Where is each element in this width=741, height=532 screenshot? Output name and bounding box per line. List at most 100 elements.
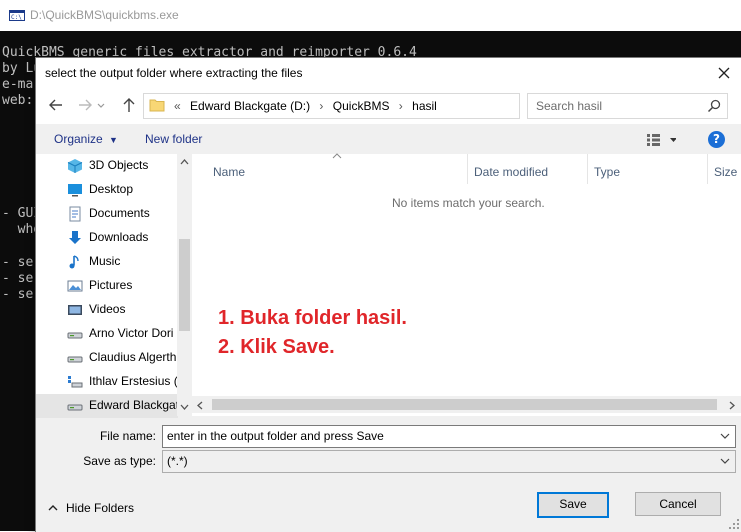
downloads-icon [69, 231, 81, 244]
back-arrow-icon[interactable] [47, 96, 65, 114]
folder-icon [149, 99, 165, 112]
file-list-horizontal-scrollbar[interactable] [192, 396, 741, 413]
up-arrow-icon[interactable] [120, 96, 138, 114]
scroll-down-icon[interactable] [180, 404, 189, 410]
scrollbar-thumb[interactable] [179, 239, 190, 331]
nav-item-3d-objects[interactable]: 3D Objects [36, 154, 178, 178]
scroll-right-icon[interactable] [729, 401, 735, 410]
nav-item-label: Downloads [89, 230, 149, 244]
nav-item-label: 3D Objects [89, 158, 149, 172]
save-as-type-value: (*.*) [167, 454, 188, 468]
file-list[interactable]: Name Date modified Type Size No items ma… [192, 153, 741, 416]
nav-item-label: Pictures [89, 278, 133, 292]
recent-locations-dropdown-icon[interactable] [96, 96, 106, 114]
nav-item-label: Ithlav Erstesius ( [89, 374, 177, 388]
nav-item-drive-arno[interactable]: Arno Victor Dori [36, 322, 178, 346]
nav-item-label: Documents [89, 206, 150, 220]
documents-icon [69, 206, 81, 222]
music-icon [69, 255, 79, 269]
videos-icon [68, 305, 82, 315]
organize-button[interactable]: Organize ▼ [54, 132, 118, 146]
nav-item-music[interactable]: Music [36, 250, 178, 274]
nav-item-label: Edward Blackgate [89, 398, 177, 412]
breadcrumb-item-quickbms[interactable]: QuickBMS [333, 99, 390, 113]
network-drive-icon [68, 376, 83, 388]
breadcrumb-overflow[interactable]: « [174, 99, 181, 113]
console-line: e-ma [2, 77, 34, 92]
file-name-field[interactable]: enter in the output folder and press Sav… [162, 425, 736, 448]
dialog-title: select the output folder where extractin… [45, 66, 303, 80]
command-bar: Organize ▼ New folder ? [36, 124, 741, 154]
column-divider[interactable] [707, 154, 708, 184]
chevron-down-icon[interactable] [720, 457, 730, 465]
nav-item-downloads[interactable]: Downloads [36, 226, 178, 250]
dialog-titlebar: select the output folder where extractin… [36, 58, 741, 88]
console-app-icon: C:\ [9, 10, 25, 21]
console-line: web: [2, 93, 34, 108]
change-view-icon[interactable] [646, 133, 676, 147]
annotation-step-2: 2. Klik Save. [218, 336, 335, 358]
new-folder-button[interactable]: New folder [145, 132, 202, 146]
organize-label: Organize [54, 132, 103, 146]
nav-item-videos[interactable]: Videos [36, 298, 178, 322]
chevron-up-icon [48, 505, 58, 511]
hide-folders-label: Hide Folders [66, 501, 135, 515]
desktop-icon [68, 184, 82, 197]
navigation-pane-scrollbar[interactable] [177, 154, 192, 416]
nav-item-label: Arno Victor Dori [89, 326, 174, 340]
scroll-left-icon[interactable] [197, 401, 203, 410]
console-window-title: D:\QuickBMS\quickbms.exe [30, 8, 179, 22]
3d-objects-icon [67, 159, 83, 173]
column-header-date-modified[interactable]: Date modified [474, 165, 548, 179]
column-header-type[interactable]: Type [594, 165, 620, 179]
search-icon [707, 99, 721, 113]
nav-item-drive-claudius[interactable]: Claudius Algerth [36, 346, 178, 370]
breadcrumb-item-hasil[interactable]: hasil [412, 99, 437, 113]
column-divider[interactable] [467, 154, 468, 184]
scrollbar-thumb[interactable] [212, 399, 717, 410]
drive-icon [67, 404, 83, 411]
search-placeholder: Search hasil [536, 99, 603, 113]
nav-item-pictures[interactable]: Pictures [36, 274, 178, 298]
chevron-right-icon[interactable]: › [399, 99, 403, 113]
console-line: - se [2, 255, 34, 270]
svg-text:C:\: C:\ [11, 14, 22, 21]
sort-ascending-icon [332, 153, 342, 159]
chevron-down-icon: ▼ [109, 135, 118, 145]
pictures-icon [67, 280, 83, 292]
nav-item-desktop[interactable]: Desktop [36, 178, 178, 202]
console-titlebar: C:\ D:\QuickBMS\quickbms.exe [0, 0, 741, 31]
nav-item-documents[interactable]: Documents [36, 202, 178, 226]
search-input[interactable]: Search hasil [527, 93, 728, 119]
breadcrumb: « Edward Blackgate (D:) › QuickBMS › has… [174, 99, 443, 113]
chevron-right-icon[interactable]: › [319, 99, 323, 113]
file-name-label: File name: [99, 429, 156, 443]
nav-item-label: Claudius Algerth [89, 350, 177, 364]
navigation-pane[interactable]: 3D Objects Desktop Documents Downloads M… [36, 154, 192, 418]
column-divider[interactable] [587, 154, 588, 184]
annotation-step-1: 1. Buka folder hasil. [218, 307, 407, 329]
nav-item-label: Music [89, 254, 121, 268]
nav-item-drive-edward[interactable]: Edward Blackgate [36, 394, 178, 418]
breadcrumb-item-drive[interactable]: Edward Blackgate (D:) [190, 99, 310, 113]
save-as-type-select[interactable]: (*.*) [162, 450, 736, 473]
empty-folder-message: No items match your search. [392, 196, 545, 210]
console-line: - se [2, 271, 34, 286]
drive-icon [67, 332, 83, 339]
scroll-up-icon[interactable] [180, 159, 189, 165]
help-icon[interactable]: ? [708, 131, 725, 148]
nav-item-label: Videos [89, 302, 126, 316]
file-name-value: enter in the output folder and press Sav… [167, 429, 384, 443]
forward-arrow-icon[interactable] [76, 96, 94, 114]
close-icon[interactable] [715, 64, 733, 82]
console-line: - se [2, 287, 34, 302]
chevron-down-icon[interactable] [720, 432, 730, 440]
cancel-button[interactable]: Cancel [635, 492, 721, 516]
save-button[interactable]: Save [537, 492, 609, 518]
column-header-size[interactable]: Size [714, 165, 737, 179]
column-header-name[interactable]: Name [213, 165, 245, 179]
save-dialog: select the output folder where extractin… [35, 57, 741, 532]
resize-grip-icon[interactable] [729, 519, 739, 529]
address-bar[interactable]: « Edward Blackgate (D:) › QuickBMS › has… [143, 93, 622, 119]
nav-item-drive-ithlav[interactable]: Ithlav Erstesius ( [36, 370, 178, 394]
